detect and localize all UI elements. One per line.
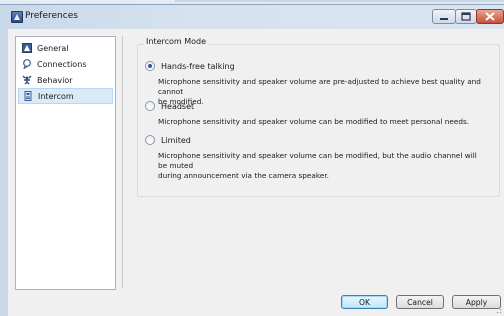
close-button[interactable]	[476, 9, 504, 24]
preferences-window: Preferences General Connections Behavior…	[0, 4, 504, 316]
description-line: Microphone sensitivity and speaker volum…	[158, 117, 470, 126]
dialog-body: General Connections Behavior Intercom In…	[8, 29, 504, 316]
cancel-button[interactable]: Cancel	[396, 295, 444, 309]
description-line: Microphone sensitivity and speaker volum…	[158, 151, 477, 170]
radio-limited[interactable]	[145, 135, 155, 145]
behavior-icon	[22, 75, 32, 85]
sidebar-item-general[interactable]: General	[18, 40, 113, 56]
sidebar-item-intercom[interactable]: Intercom	[18, 88, 113, 104]
option-headset[interactable]: Headset	[145, 101, 194, 111]
maximize-icon	[461, 12, 471, 21]
description-line: during announcement via the camera speak…	[158, 171, 329, 180]
sidebar-item-label: Behavior	[37, 75, 73, 85]
title-bar[interactable]: Preferences	[0, 5, 504, 28]
sidebar-item-behavior[interactable]: Behavior	[18, 72, 113, 88]
ok-button[interactable]: OK	[341, 295, 388, 309]
maximize-button[interactable]	[455, 9, 477, 24]
sidebar-item-connections[interactable]: Connections	[18, 56, 113, 72]
radio-headset[interactable]	[145, 101, 155, 111]
description-line: Microphone sensitivity and speaker volum…	[158, 77, 481, 96]
panel-divider	[122, 36, 123, 288]
intercom-icon	[23, 91, 33, 101]
sidebar-item-label: Intercom	[38, 91, 74, 101]
option-label: Headset	[161, 101, 195, 111]
sidebar-item-label: Connections	[37, 59, 87, 69]
radio-hands-free[interactable]	[145, 61, 155, 71]
resize-grip-icon[interactable]	[494, 306, 502, 314]
option-label: Limited	[161, 135, 191, 145]
option-limited[interactable]: Limited	[145, 135, 191, 145]
sidebar-item-label: General	[37, 43, 69, 53]
option-label: Hands-free talking	[161, 61, 235, 71]
description-line: be modified.	[158, 97, 204, 106]
option-hands-free[interactable]: Hands-free talking	[145, 61, 235, 71]
group-title: Intercom Mode	[144, 37, 209, 46]
general-icon	[22, 43, 32, 53]
option-description: Microphone sensitivity and speaker volum…	[158, 117, 488, 127]
window-title: Preferences	[25, 11, 78, 21]
connections-icon	[22, 59, 32, 70]
desktop-highlight	[175, 0, 504, 2]
minimize-icon	[440, 18, 448, 20]
option-description: Microphone sensitivity and speaker volum…	[158, 77, 488, 107]
close-icon	[485, 12, 495, 21]
category-list: General Connections Behavior Intercom	[15, 36, 116, 290]
minimize-button[interactable]	[432, 9, 456, 24]
option-description: Microphone sensitivity and speaker volum…	[158, 151, 488, 181]
app-icon	[11, 11, 23, 23]
